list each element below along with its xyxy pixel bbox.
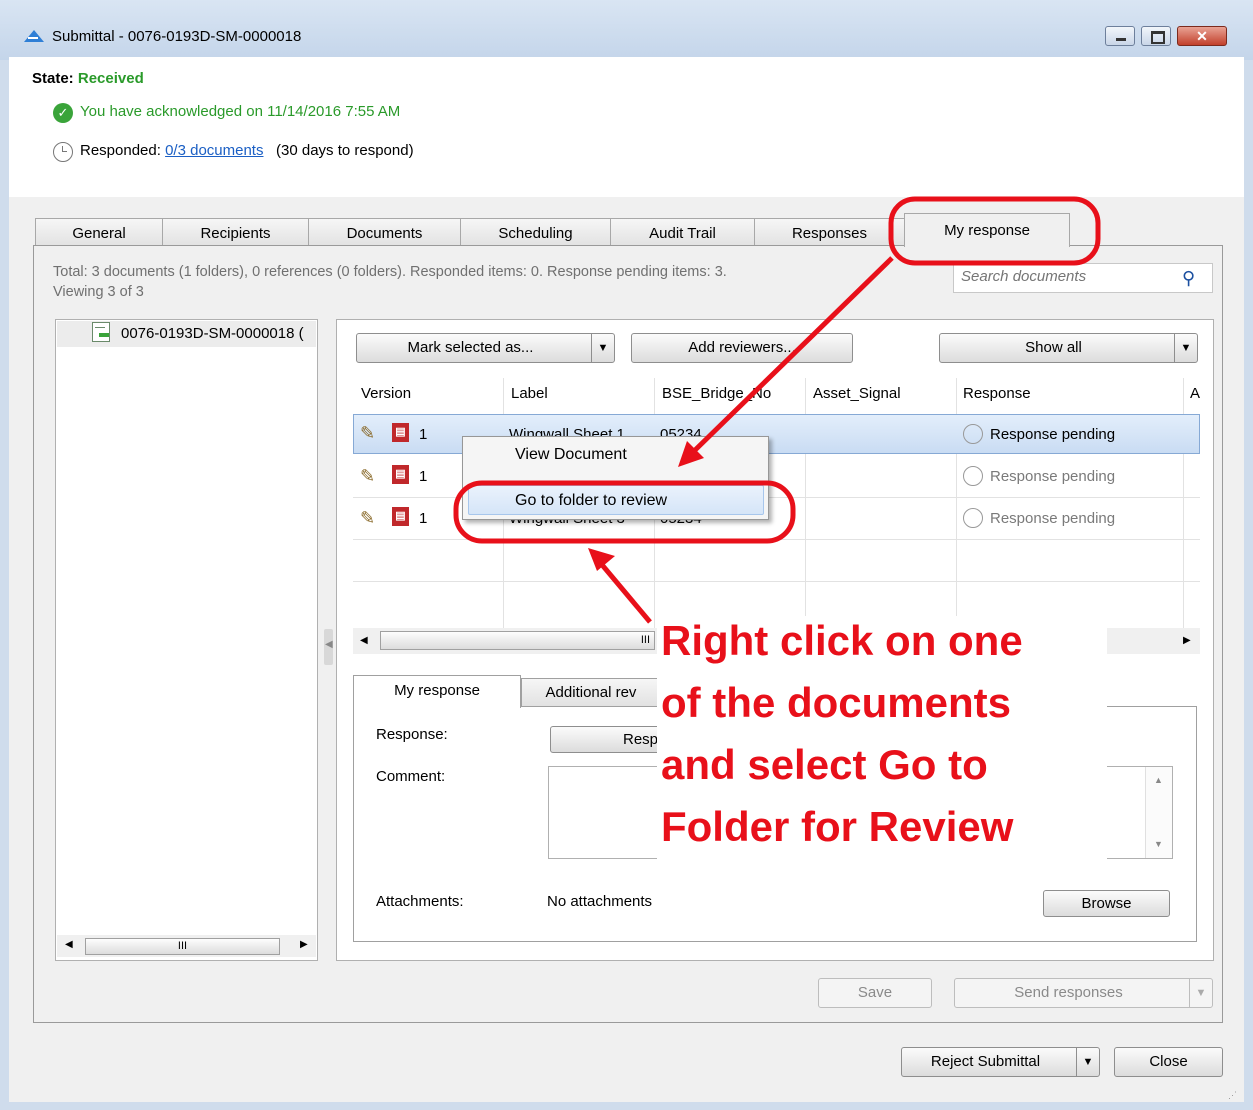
- arrow-line-1: [688, 256, 894, 457]
- tab-my-response[interactable]: My response: [904, 213, 1070, 247]
- annotation-line-1: Right click on one: [661, 617, 1023, 664]
- annotation-line-4: Folder for Review: [661, 803, 1014, 850]
- tab-my-response-form[interactable]: My response: [353, 675, 521, 708]
- annotation-line-2: of the documents: [661, 679, 1012, 726]
- annotation-line-3: and select Go to: [661, 741, 988, 788]
- arrow-line-2: [596, 558, 652, 624]
- annotation-overlay: [453, 196, 1101, 624]
- highlight-ellipse-menu: [453, 480, 796, 544]
